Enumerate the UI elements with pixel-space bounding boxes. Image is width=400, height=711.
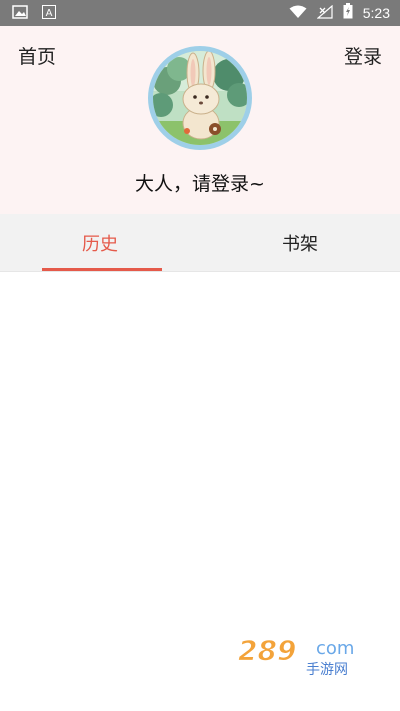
status-bar: A 5:23: [0, 0, 400, 26]
battery-icon: [343, 3, 353, 23]
svg-text:com: com: [316, 638, 354, 659]
tab-bookshelf[interactable]: 书架: [200, 214, 400, 271]
login-prompt[interactable]: 大人，请登录~: [0, 169, 400, 196]
site-watermark: 289 com 手游网: [236, 634, 382, 679]
login-link[interactable]: 登录: [344, 42, 382, 69]
signal-icon: [316, 4, 333, 23]
wifi-icon: [289, 4, 307, 23]
svg-text:手游网: 手游网: [306, 662, 348, 678]
profile-header: 首页 登录 大人，请登录~: [0, 26, 400, 214]
watermark-logo-icon: 289 com 手游网: [238, 634, 355, 679]
image-icon: [12, 4, 28, 23]
clock: 5:23: [362, 5, 390, 21]
home-link[interactable]: 首页: [18, 42, 56, 69]
svg-text:A: A: [46, 8, 53, 19]
rabbit-avatar-icon: [153, 51, 247, 145]
svg-text:289: 289: [238, 634, 296, 667]
text-icon: A: [42, 4, 56, 23]
avatar[interactable]: [148, 46, 252, 150]
tab-bar: 历史 书架: [0, 214, 400, 272]
tab-history[interactable]: 历史: [0, 214, 200, 271]
